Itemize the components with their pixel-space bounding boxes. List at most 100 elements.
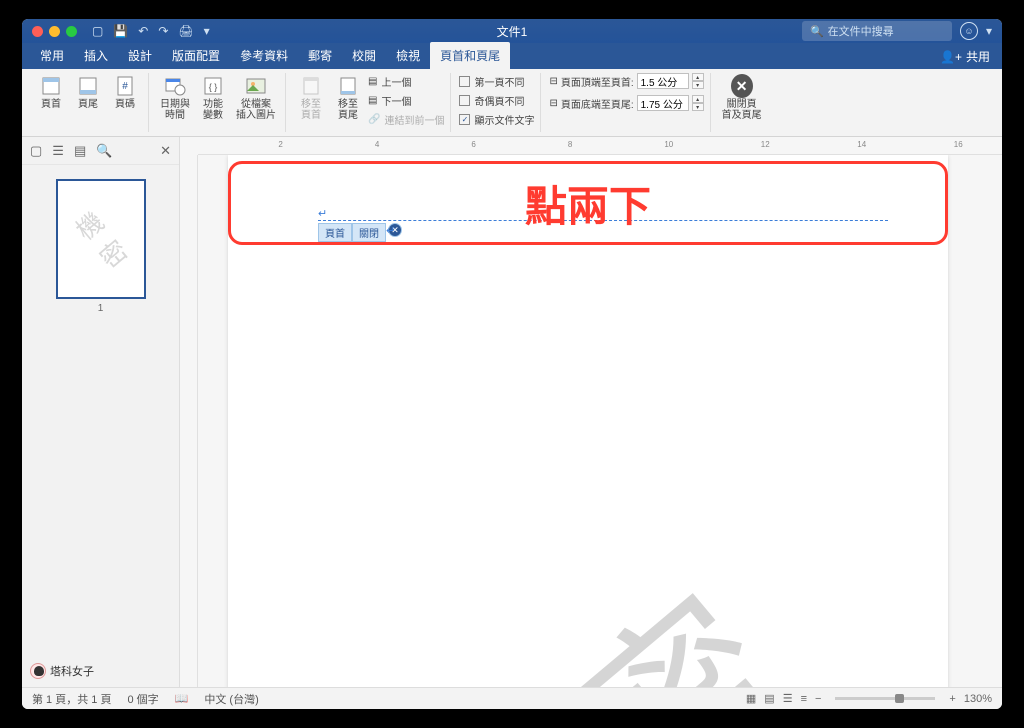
page-watermark: 機密 [381,528,825,687]
share-button[interactable]: 👤+共用 [928,44,1002,69]
show-doc-text-checkbox[interactable]: ✓顯示文件文字 [459,111,534,128]
function-vars-button[interactable]: { } 功能 變數 [196,73,230,123]
header-margin-label: 頁面頂端至頁首: [561,74,634,89]
link-previous-button[interactable]: 🔗連結到前一個 [368,111,444,128]
navigation-pane: ▢ ☰ ▤ 🔍 ✕ 機密 1 塔科女子 [22,137,180,687]
brand-logo: 塔科女子 [30,663,94,679]
zoom-out-icon[interactable]: − [815,693,821,705]
date-time-icon [164,75,186,97]
spellcheck-icon[interactable]: 📖 [175,692,189,705]
zoom-slider[interactable] [835,697,935,700]
titlebar: ▢ 💾 ↶ ↷ 🖨 ▾ 文件1 🔍 在文件中搜尋 ☺ ▾ [22,19,1002,43]
svg-text:{ }: { } [209,82,218,92]
document-title: 文件1 [497,23,528,40]
up-arrow-icon: ▤ [368,76,377,87]
thumbnail-number: 1 [22,303,179,314]
minimize-window-icon[interactable] [49,26,60,37]
word-count[interactable]: 0 個字 [127,691,158,707]
page-number-icon: # [114,75,136,97]
tab-review[interactable]: 校閱 [342,42,386,69]
previous-button[interactable]: ▤上一個 [368,73,444,90]
read-mode-icon[interactable]: ▦ [746,692,756,705]
close-window-icon[interactable] [32,26,43,37]
down-arrow-icon: ▤ [368,95,377,106]
margin-bottom-icon: ⊟ [549,98,557,109]
header-margin-input[interactable] [637,73,689,89]
tab-home[interactable]: 常用 [30,42,74,69]
page-number-button[interactable]: # 頁碼 [108,73,142,112]
brand-icon [30,663,46,679]
vertical-ruler[interactable] [180,155,198,687]
spin-up-icon[interactable]: ▴ [692,73,704,81]
spin-down-icon[interactable]: ▾ [692,103,704,111]
goto-header-icon [300,75,322,97]
close-icon: ✕ [731,74,753,98]
date-time-button[interactable]: 日期與 時間 [157,73,193,123]
page-thumbnail[interactable]: 機密 [56,179,146,299]
feedback-icon[interactable]: ☺ [960,22,978,40]
document-page[interactable]: 機密 ↵ 頁首 關閉 ✕ ↵ [228,155,948,687]
footer-button[interactable]: 頁尾 [71,73,105,112]
title-dropdown-icon[interactable]: ▾ [986,24,992,38]
footer-margin-input[interactable] [637,95,689,111]
close-pane-icon[interactable]: ✕ [160,143,171,159]
goto-header-button[interactable]: 移至 頁首 [294,73,328,123]
search-icon: 🔍 [810,25,824,38]
maximize-window-icon[interactable] [66,26,77,37]
tab-references[interactable]: 參考資料 [230,42,298,69]
goto-footer-button[interactable]: 移至 頁尾 [331,73,365,123]
share-icon: 👤+ [940,50,962,64]
search-input[interactable]: 🔍 在文件中搜尋 [802,21,952,41]
checkbox-icon [459,76,470,87]
language-status[interactable]: 中文 (台灣) [204,691,258,707]
header-tab-label[interactable]: 頁首 [318,223,352,242]
thumbnail-watermark: 機密 [60,197,141,281]
tab-mailings[interactable]: 郵寄 [298,42,342,69]
horizontal-ruler[interactable]: 2 4 6 8 10 12 14 16 [198,137,1002,155]
footer-icon [77,75,99,97]
header-close-label[interactable]: 關閉 [352,223,386,242]
search-placeholder: 在文件中搜尋 [828,23,894,39]
save-icon[interactable]: 💾 [113,24,128,38]
thumbnails-tab-icon[interactable]: ▢ [30,143,42,159]
ribbon: 頁首 頁尾 # 頁碼 日期與 時間 { } 功能 變數 從檔案 插入圖片 [22,69,1002,137]
redo-icon[interactable]: ↷ [158,24,168,38]
paragraph-mark-icon: ↵ [318,207,327,220]
goto-footer-icon [337,75,359,97]
close-header-footer-button[interactable]: ✕ 關閉頁 首及頁尾 [719,73,765,123]
footer-margin-label: 頁面底端至頁尾: [561,96,634,111]
next-button[interactable]: ▤下一個 [368,92,444,109]
tab-layout[interactable]: 版面配置 [162,42,230,69]
header-button[interactable]: 頁首 [34,73,68,112]
insert-picture-button[interactable]: 從檔案 插入圖片 [233,73,279,123]
svg-text:#: # [122,81,128,92]
tab-design[interactable]: 設計 [118,42,162,69]
zoom-level[interactable]: 130% [964,693,992,705]
print-icon[interactable]: 🖨 [178,24,193,38]
margin-top-icon: ⊟ [549,76,557,87]
header-edit-area[interactable]: ↵ 頁首 關閉 ✕ ↵ [318,175,888,220]
function-icon: { } [202,75,224,97]
find-tab-icon[interactable]: 🔍 [96,143,112,159]
bookmarks-tab-icon[interactable]: ▤ [74,143,86,159]
zoom-in-icon[interactable]: + [949,693,955,705]
spin-up-icon[interactable]: ▴ [692,95,704,103]
status-bar: 第 1 頁，共 1 頁 0 個字 📖 中文 (台灣) ▦ ▤ ☰ ≡ − + 1… [22,687,1002,709]
file-icon[interactable]: ▢ [92,24,103,38]
web-layout-icon[interactable]: ☰ [783,692,793,705]
link-icon: 🔗 [368,114,380,125]
page-count[interactable]: 第 1 頁，共 1 頁 [32,691,111,707]
checkbox-checked-icon: ✓ [459,114,470,125]
print-layout-icon[interactable]: ▤ [764,692,774,705]
tab-view[interactable]: 檢視 [386,42,430,69]
spin-down-icon[interactable]: ▾ [692,81,704,89]
outline-tab-icon[interactable]: ☰ [52,143,64,159]
tab-header-footer[interactable]: 頁首和頁尾 [430,42,510,69]
ribbon-tabs: 常用 插入 設計 版面配置 參考資料 郵寄 校閱 檢視 頁首和頁尾 👤+共用 [22,43,1002,69]
qat-dropdown-icon[interactable]: ▾ [204,24,210,38]
different-first-checkbox[interactable]: 第一頁不同 [459,73,534,90]
outline-view-icon[interactable]: ≡ [801,693,807,705]
different-odd-even-checkbox[interactable]: 奇偶頁不同 [459,92,534,109]
undo-icon[interactable]: ↶ [138,24,148,38]
tab-insert[interactable]: 插入 [74,42,118,69]
